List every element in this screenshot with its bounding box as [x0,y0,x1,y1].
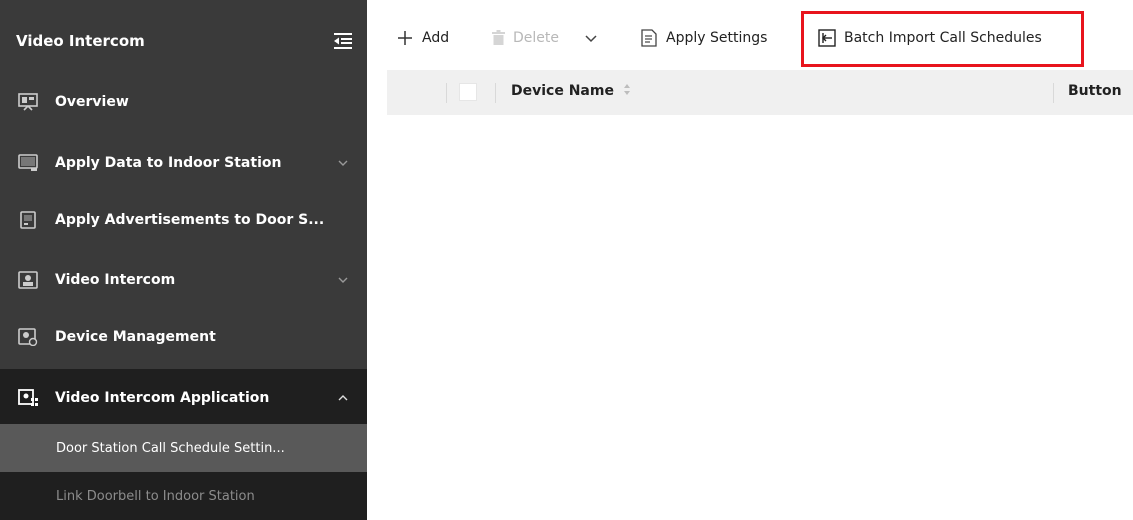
chevron-up-icon [338,394,348,400]
apply-settings-label: Apply Settings [666,30,768,46]
column-separator [1053,83,1054,103]
indoor-station-icon [18,153,38,171]
collapse-menu-icon[interactable] [333,32,353,50]
sidebar-item-apply-data[interactable]: Apply Data to Indoor Station [0,134,367,191]
chevron-down-icon [585,35,597,43]
sidebar-subitem-call-schedule[interactable]: Door Station Call Schedule Settin... [0,424,367,472]
add-label: Add [422,30,450,46]
column-header-device-name[interactable]: Device Name [511,83,631,99]
sidebar-item-label: Device Management [55,328,216,345]
column-separator [495,83,496,103]
table-header: Device Name Button [387,70,1133,115]
chevron-down-icon [338,277,348,283]
video-intercom-icon [18,270,38,289]
delete-label: Delete [513,30,559,46]
sidebar-item-label: Overview [55,93,129,110]
apply-document-icon [641,29,657,47]
sidebar-item-video-intercom-application[interactable]: Video Intercom Application [0,369,367,426]
door-station-icon [20,210,36,229]
delete-dropdown-toggle[interactable] [584,27,606,49]
sidebar-item-overview[interactable]: Overview [0,73,367,130]
sidebar-item-video-intercom[interactable]: Video Intercom [0,251,367,308]
sidebar-item-label: Apply Advertisements to Door S... [55,211,325,228]
sidebar-item-label: Apply Data to Indoor Station [55,154,282,171]
overview-icon [18,92,38,111]
plus-icon [398,31,412,45]
intercom-application-icon [18,388,38,406]
chevron-down-icon [338,160,348,166]
sidebar-title: Video Intercom [16,32,145,50]
sidebar-item-device-management[interactable]: Device Management [0,308,367,365]
column-header-label: Device Name [511,83,614,99]
apply-settings-button[interactable]: Apply Settings [640,27,767,49]
column-separator [446,83,447,103]
sidebar-subitem-link-doorbell[interactable]: Link Doorbell to Indoor Station [0,472,367,520]
highlight-box [801,11,1084,67]
trash-icon [492,30,505,45]
sidebar-item-label: Video Intercom Application [55,389,270,406]
sidebar: Video Intercom Overview Apply Data to In… [0,0,367,520]
sidebar-item-apply-ads[interactable]: Apply Advertisements to Door S... [0,191,367,248]
add-button[interactable]: Add [396,27,449,49]
column-header-button[interactable]: Button [1068,83,1122,99]
select-all-checkbox[interactable] [459,83,477,101]
delete-button[interactable]: Delete [492,27,559,49]
sort-icon[interactable] [623,83,631,96]
device-management-icon [18,327,38,346]
sidebar-item-label: Video Intercom [55,271,176,288]
